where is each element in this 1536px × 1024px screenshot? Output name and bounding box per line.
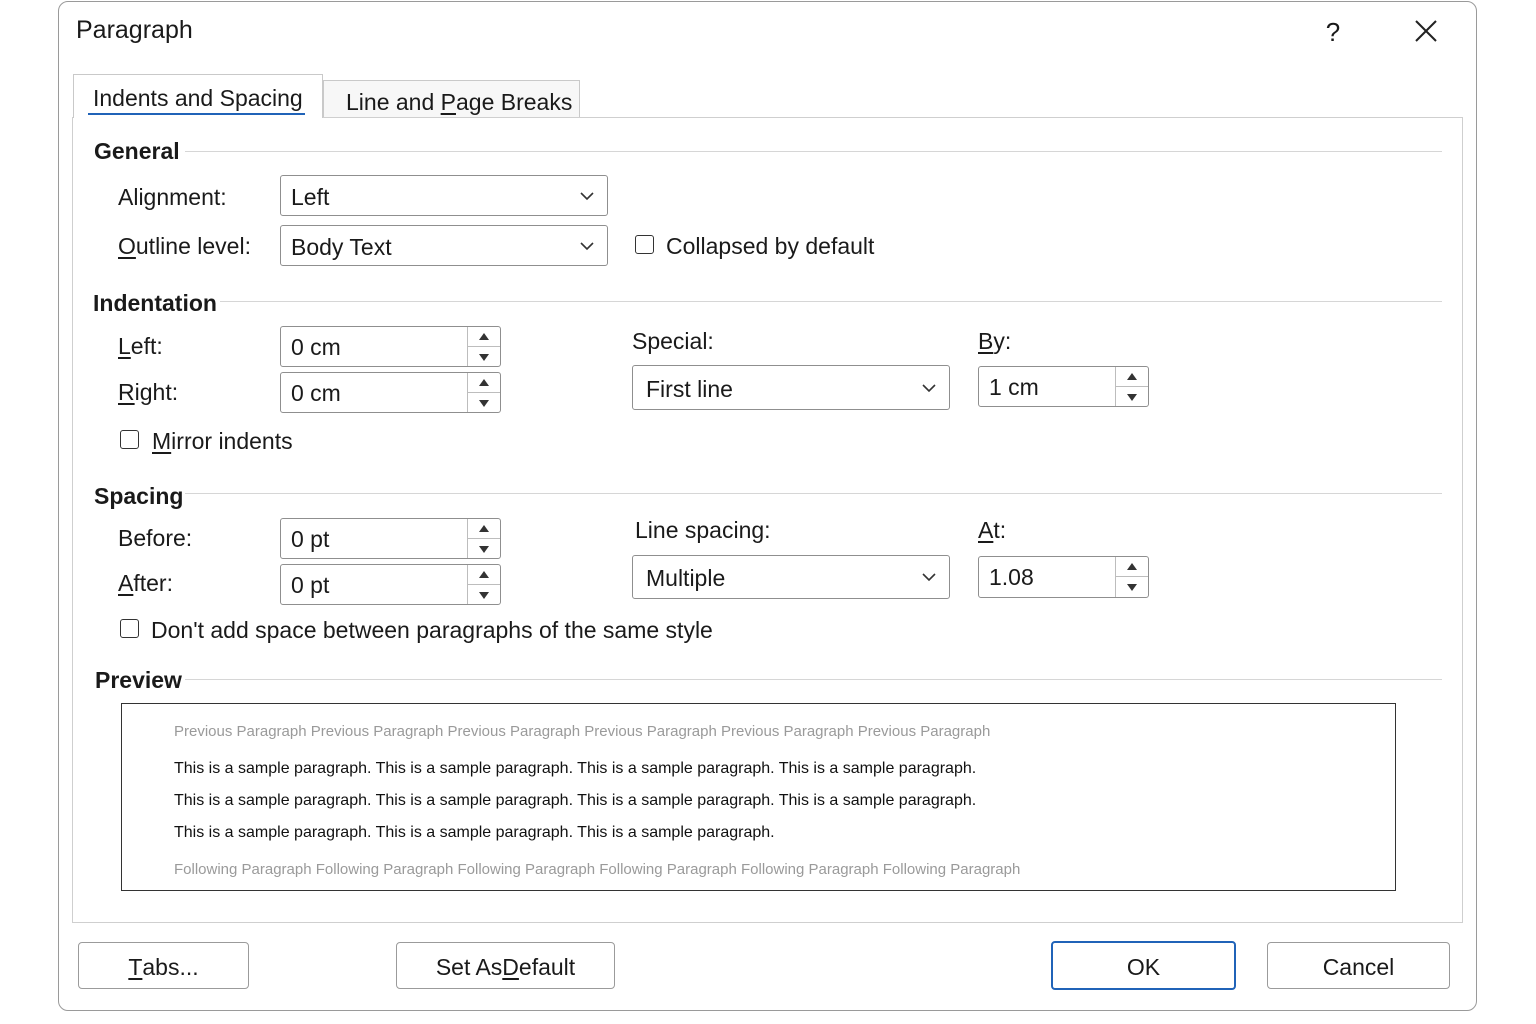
mirror-indents-checkbox[interactable] (120, 430, 139, 449)
chevron-down-icon (922, 384, 936, 393)
spin-down-button[interactable] (468, 539, 500, 559)
spin-up-icon (479, 525, 489, 532)
spin-down-button[interactable] (468, 393, 500, 413)
spin-down-button[interactable] (1116, 577, 1148, 597)
spin-up-button[interactable] (1116, 367, 1148, 387)
alignment-label: Alignment: (118, 184, 227, 210)
indent-left-value: 0 cm (291, 334, 341, 360)
by-spinner[interactable]: 1 cm (978, 366, 1149, 407)
spin-down-icon (1127, 584, 1137, 591)
special-label: Special: (632, 328, 714, 354)
spacing-after-label: After: (118, 570, 173, 596)
indent-left-label: Left: (118, 333, 163, 359)
chevron-down-icon (580, 192, 594, 201)
spin-up-button[interactable] (468, 327, 500, 347)
chevron-down-icon (922, 573, 936, 582)
line-spacing-dropdown[interactable]: Multiple (632, 555, 950, 599)
section-divider (185, 493, 1442, 494)
title-bar (58, 1, 1477, 61)
at-spinner[interactable]: 1.08 (978, 556, 1149, 598)
indent-right-spinner[interactable]: 0 cm (280, 372, 501, 413)
spacing-before-spinner[interactable]: 0 pt (280, 518, 501, 559)
section-general-heading: General (94, 138, 180, 164)
preview-sample-line: This is a sample paragraph. This is a sa… (174, 824, 775, 841)
outline-level-value: Body Text (291, 234, 392, 260)
spin-up-icon (479, 379, 489, 386)
section-divider (185, 679, 1442, 680)
collapsed-by-default-label: Collapsed by default (666, 233, 875, 259)
chevron-down-icon (580, 242, 594, 251)
tab-line-and-page-breaks[interactable]: Line and Page Breaks (323, 80, 580, 118)
set-as-default-button[interactable]: Set As Default (396, 942, 615, 989)
preview-sample-line: This is a sample paragraph. This is a sa… (174, 760, 977, 777)
by-value: 1 cm (989, 374, 1039, 400)
tab-label: Line and Page Breaks (346, 89, 573, 115)
spin-up-button[interactable] (468, 565, 500, 585)
spin-up-icon (1127, 563, 1137, 570)
spin-down-button[interactable] (468, 347, 500, 367)
ok-button[interactable]: OK (1051, 941, 1236, 990)
cancel-button[interactable]: Cancel (1267, 942, 1450, 989)
section-preview-heading: Preview (95, 667, 182, 693)
special-dropdown[interactable]: First line (632, 365, 950, 410)
close-button[interactable] (1406, 14, 1446, 50)
spin-up-icon (1127, 373, 1137, 380)
alignment-value: Left (291, 184, 330, 210)
outline-level-dropdown[interactable]: Body Text (280, 225, 608, 266)
spacing-after-value: 0 pt (291, 572, 330, 598)
spin-down-icon (1127, 393, 1137, 401)
dont-add-space-checkbox[interactable] (120, 619, 139, 638)
section-divider (220, 301, 1442, 302)
tab-label: Indents and Spacing (93, 85, 303, 111)
line-spacing-label: Line spacing: (635, 517, 771, 543)
close-icon (1415, 20, 1437, 42)
spin-up-button[interactable] (1116, 557, 1148, 577)
active-tab-indicator (88, 113, 305, 115)
line-spacing-value: Multiple (646, 565, 726, 591)
spin-down-icon (479, 353, 489, 361)
indent-right-label: Right: (118, 379, 179, 405)
spin-down-button[interactable] (468, 585, 500, 605)
indent-left-spinner[interactable]: 0 cm (280, 326, 501, 367)
preview-previous-paragraph: Previous Paragraph Previous Paragraph Pr… (174, 723, 991, 740)
section-divider (185, 151, 1442, 152)
tab-indents-and-spacing[interactable]: Indents and Spacing (73, 74, 323, 118)
by-label: By: (978, 328, 1012, 354)
spin-up-button[interactable] (468, 373, 500, 393)
help-button[interactable]: ? (1316, 14, 1350, 50)
spacing-before-value: 0 pt (291, 526, 330, 552)
outline-level-label: Outline level: (118, 233, 251, 259)
spin-down-button[interactable] (1116, 387, 1148, 407)
section-spacing-heading: Spacing (94, 483, 184, 509)
dont-add-space-label: Don't add space between paragraphs of th… (151, 617, 713, 643)
special-value: First line (646, 376, 733, 402)
spacing-after-spinner[interactable]: 0 pt (280, 564, 501, 605)
collapsed-by-default-checkbox[interactable] (635, 235, 654, 254)
at-value: 1.08 (989, 564, 1034, 590)
spin-down-icon (479, 545, 489, 553)
dialog-title: Paragraph (76, 16, 193, 44)
preview-following-paragraph: Following Paragraph Following Paragraph … (174, 861, 1021, 878)
spin-up-icon (479, 571, 489, 578)
spin-down-icon (479, 399, 489, 407)
section-indentation-heading: Indentation (93, 290, 217, 316)
alignment-dropdown[interactable]: Left (280, 175, 608, 216)
mirror-indents-label: Mirror indents (152, 428, 293, 454)
spin-up-button[interactable] (468, 519, 500, 539)
indent-right-value: 0 cm (291, 380, 341, 406)
preview-sample-line: This is a sample paragraph. This is a sa… (174, 792, 977, 809)
spin-down-icon (479, 591, 489, 599)
tabs-button[interactable]: Tabs... (78, 942, 249, 989)
spacing-before-label: Before: (118, 525, 193, 551)
at-label: At: (978, 517, 1007, 543)
spin-up-icon (479, 333, 489, 340)
